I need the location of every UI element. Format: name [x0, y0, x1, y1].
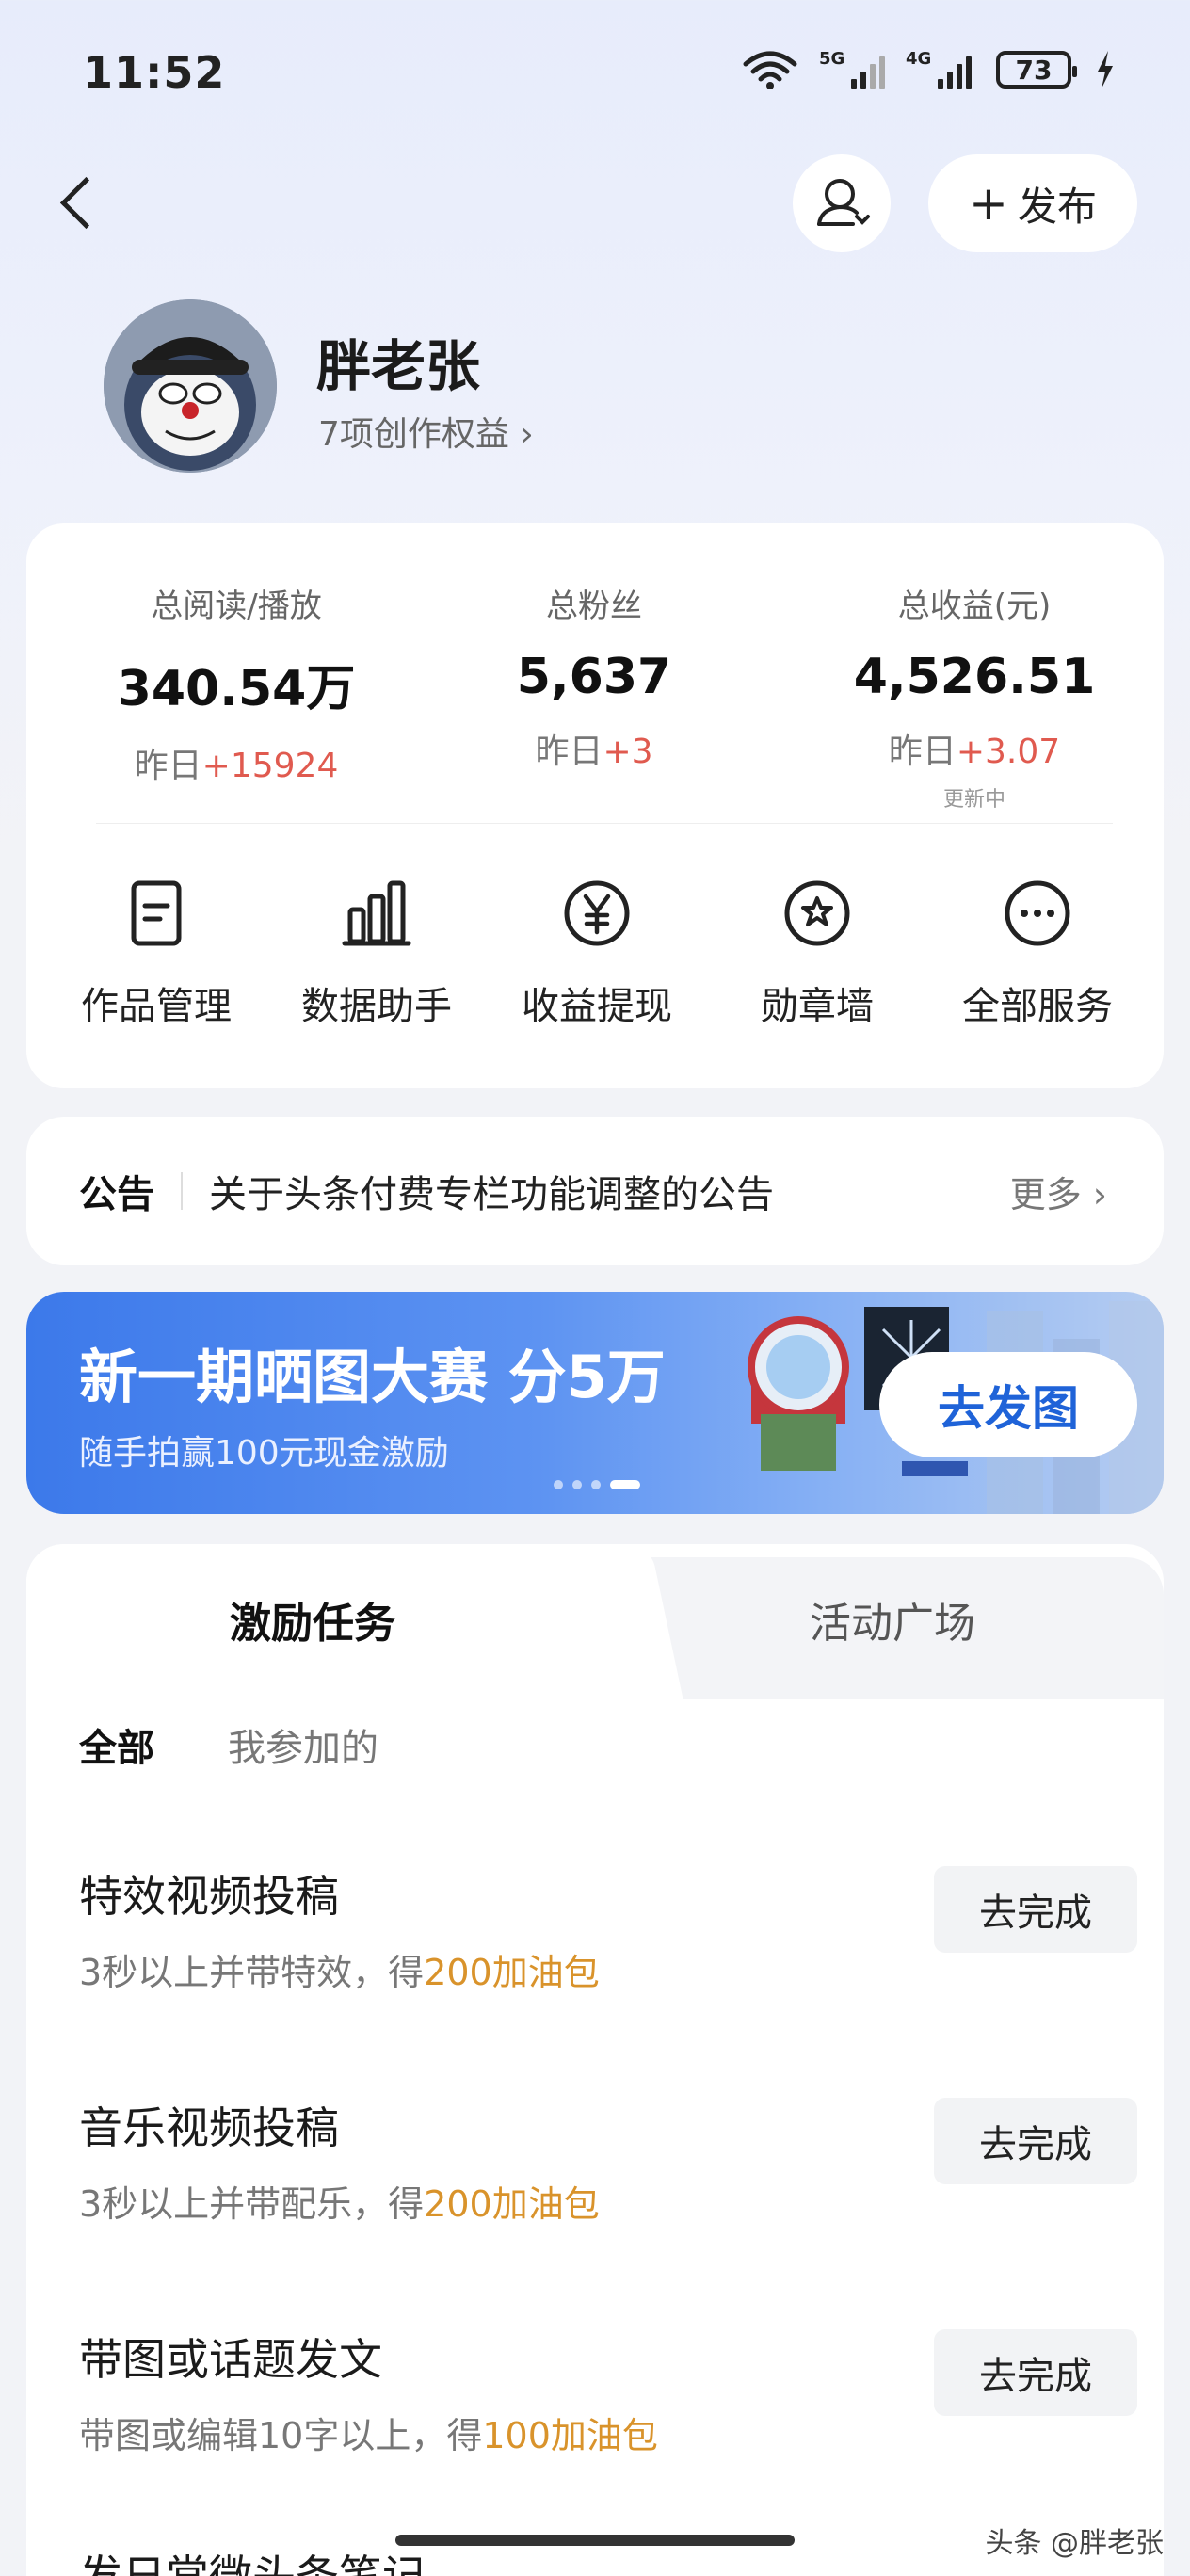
service-label: 勋章墙 — [761, 985, 874, 1028]
stat-title: 总阅读/播放 — [151, 588, 322, 625]
task-item: 特效视频投稿 3秒以上并带特效，得200加油包 去完成 — [79, 1862, 1137, 2013]
medal-icon — [784, 880, 850, 946]
watermark: 头条 @胖老张 — [985, 2527, 1164, 2560]
service-all[interactable]: 全部服务 — [934, 876, 1141, 1030]
banner-subtitle: 随手拍赢100元现金激励 — [79, 1434, 449, 1473]
notice-bar[interactable]: 公告 关于头条付费专栏功能调整的公告 更多 › — [26, 1117, 1164, 1265]
service-income-withdraw[interactable]: 收益提现 — [493, 876, 700, 1030]
publish-label: 发布 — [1017, 183, 1097, 230]
benefits-label: 7项创作权益 — [318, 415, 509, 454]
more-icon — [1005, 880, 1070, 946]
stat-fans[interactable]: 总粉丝 5,637 昨日+3 — [439, 580, 749, 773]
plus-icon: + — [969, 176, 1008, 231]
signal-5g-icon: 5G — [819, 49, 885, 89]
task-item: 音乐视频投稿 3秒以上并带配乐，得200加油包 去完成 — [79, 2094, 1137, 2245]
service-label: 收益提现 — [522, 985, 672, 1028]
stat-income[interactable]: 总收益(元) 4,526.51 昨日+3.07 更新中 — [819, 580, 1130, 813]
publish-button[interactable]: + 发布 — [928, 154, 1137, 252]
stat-delta: 昨日+3.07 — [888, 733, 1061, 771]
tasks-panel: 激励任务 活动广场 全部 我参加的 特效视频投稿 3秒以上并带特效，得200加油… — [26, 1544, 1164, 2576]
service-medal-wall[interactable]: 勋章墙 — [714, 876, 921, 1030]
notice-text[interactable]: 关于头条付费专栏功能调整的公告 — [209, 1164, 1010, 1218]
notice-more-link[interactable]: 更多 › — [1010, 1166, 1107, 1217]
notice-tag: 公告 — [79, 1173, 154, 1216]
wifi-icon — [743, 51, 797, 89]
user-icon — [817, 179, 870, 226]
chevron-right-icon: › — [520, 415, 534, 454]
signal-4g-icon: 4G — [906, 49, 972, 89]
back-button[interactable] — [55, 166, 102, 241]
task-complete-button[interactable]: 去完成 — [934, 1866, 1137, 1953]
task-title-partial: 发日常微头条笔记 — [79, 2551, 426, 2576]
banner-title: 新一期晒图大赛 分5万 — [79, 1343, 666, 1411]
home-indicator[interactable] — [395, 2535, 795, 2546]
task-item: 带图或话题发文 带图或编辑10字以上，得100加油包 去完成 — [79, 2326, 1137, 2476]
battery-icon: 73 — [996, 51, 1077, 89]
avatar[interactable] — [104, 299, 277, 473]
tab-activity-plaza[interactable]: 活动广场 — [810, 1589, 975, 1650]
bar-chart-icon — [342, 880, 411, 946]
battery-level: 73 — [1015, 54, 1053, 86]
tab-incentive-tasks[interactable]: 激励任务 — [230, 1589, 395, 1650]
filter-joined[interactable]: 我参加的 — [228, 1717, 378, 1772]
avatar-image — [104, 299, 277, 473]
stat-delta: 昨日+15924 — [134, 747, 339, 785]
carousel-dot[interactable] — [591, 1480, 601, 1489]
service-works-management[interactable]: 作品管理 — [53, 876, 260, 1030]
user-switch-button[interactable] — [793, 154, 891, 252]
divider — [96, 823, 1113, 824]
stat-value: 4,526.51 — [853, 649, 1096, 705]
stats-card: 总阅读/播放 340.54万 昨日+15924 总粉丝 5,637 昨日+3 总… — [26, 523, 1164, 1088]
carousel-indicator — [554, 1480, 640, 1489]
carousel-dot-active[interactable] — [610, 1480, 640, 1489]
status-icons: 5G 4G 73 — [742, 49, 1115, 90]
stat-delta: 昨日+3 — [535, 733, 653, 771]
stat-value: 5,637 — [516, 649, 672, 705]
username: 胖老张 — [316, 334, 481, 398]
filter-all[interactable]: 全部 — [79, 1717, 154, 1772]
banner-go-post-button[interactable]: 去发图 — [879, 1352, 1137, 1457]
status-time: 11:52 — [83, 47, 226, 98]
stat-title: 总粉丝 — [546, 588, 642, 625]
carousel-dot[interactable] — [554, 1480, 563, 1489]
yuan-coin-icon — [564, 880, 630, 946]
carousel-dot[interactable] — [572, 1480, 582, 1489]
charging-icon — [1098, 51, 1113, 89]
notice-divider — [181, 1172, 183, 1210]
service-label: 全部服务 — [962, 985, 1113, 1028]
task-complete-button[interactable]: 去完成 — [934, 2329, 1137, 2416]
stat-updating: 更新中 — [942, 788, 1005, 812]
chevron-right-icon: › — [1092, 1173, 1107, 1216]
document-icon — [131, 880, 182, 946]
stat-value: 340.54万 — [117, 661, 356, 717]
promo-banner[interactable]: 新一期晒图大赛 分5万 随手拍赢100元现金激励 去发图 — [26, 1292, 1164, 1514]
stat-reads[interactable]: 总阅读/播放 340.54万 昨日+15924 — [81, 580, 392, 787]
stat-title: 总收益(元) — [897, 588, 1052, 625]
service-data-assistant[interactable]: 数据助手 — [273, 876, 480, 1030]
task-complete-button[interactable]: 去完成 — [934, 2098, 1137, 2184]
service-label: 数据助手 — [301, 985, 452, 1028]
service-label: 作品管理 — [81, 985, 232, 1028]
benefits-link[interactable]: 7项创作权益 › — [318, 407, 534, 456]
